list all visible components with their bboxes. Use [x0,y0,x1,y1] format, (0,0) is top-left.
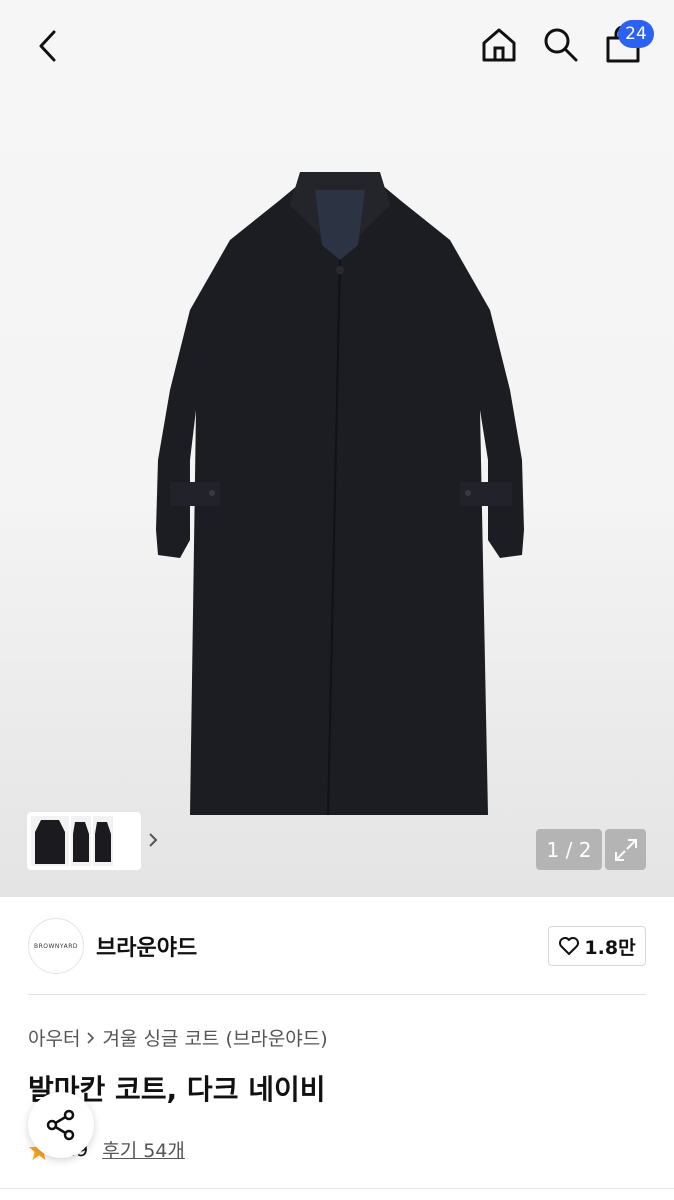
breadcrumb: 아우터 겨울 싱글 코트 (브라운야드) [28,1024,328,1051]
search-icon [544,28,578,62]
divider [28,994,646,995]
reviews-link[interactable]: 후기 54개 [102,1136,185,1163]
search-button[interactable] [538,22,584,68]
share-icon [46,1109,75,1141]
brand-name[interactable]: 브라운야드 [96,930,197,962]
chevron-right-icon [87,1031,95,1044]
expand-icon [614,838,637,861]
like-button[interactable]: 1.8만 [548,926,646,966]
breadcrumb-item-subcategory[interactable]: 겨울 싱글 코트 (브라운야드) [102,1024,327,1051]
bottom-divider [0,1188,674,1189]
home-button[interactable] [476,22,522,68]
cart-count-badge: 24 [618,20,654,48]
top-navigation-bar: 24 [0,0,674,90]
expand-image-button[interactable] [605,829,646,870]
brand-logo[interactable]: BROWNYARD [28,918,84,974]
back-button[interactable] [26,24,70,68]
product-image-area[interactable]: 24 1 / 2 [0,0,674,897]
image-thumbnail-strip[interactable] [27,812,158,870]
heart-icon [559,937,580,955]
like-count: 1.8만 [584,936,636,959]
thumbnail-images[interactable] [27,812,141,870]
chevron-right-icon[interactable] [147,830,159,850]
share-button[interactable] [28,1092,94,1158]
breadcrumb-item-category[interactable]: 아우터 [28,1024,80,1051]
image-counter: 1 / 2 [536,829,602,870]
chevron-left-icon [39,30,56,62]
home-icon [482,28,516,62]
product-image-coat[interactable] [150,160,530,830]
brand-logo-text: BROWNYARD [33,942,79,950]
